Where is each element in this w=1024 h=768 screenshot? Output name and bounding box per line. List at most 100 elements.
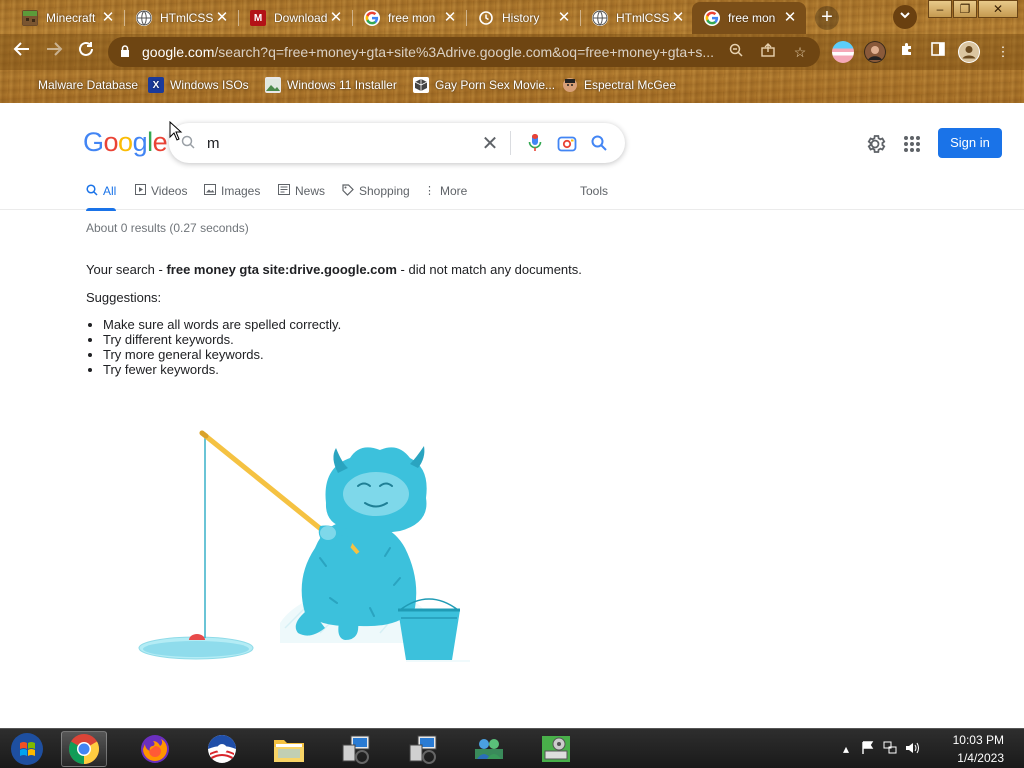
minecraft-icon (22, 10, 38, 26)
taskbar-disk-app[interactable] (533, 731, 579, 767)
newspaper-icon (278, 184, 290, 198)
share-icon[interactable] (756, 40, 780, 64)
voice-search-button[interactable] (519, 127, 551, 159)
system-tray: ▴ 10:03 PM 1/4/2023 (834, 729, 1024, 768)
tab-more[interactable]: ⋮ More (424, 181, 467, 210)
taskbar-network-app[interactable] (333, 731, 379, 767)
close-icon[interactable]: ✕ (328, 10, 344, 26)
tab-download[interactable]: M Download ✕ (238, 2, 352, 34)
search-box[interactable]: ✕ (169, 123, 625, 163)
tab-search-button[interactable] (893, 5, 917, 29)
tab-title: free mon (388, 11, 436, 25)
google-logo[interactable]: Google (83, 127, 168, 158)
taskbar-obama-logo[interactable] (199, 731, 245, 767)
clear-search-button[interactable]: ✕ (478, 131, 502, 156)
search-icon (86, 184, 98, 199)
no-match-suffix: - did not match any documents. (396, 262, 582, 277)
start-button[interactable] (8, 731, 46, 767)
close-icon[interactable]: ✕ (782, 10, 798, 26)
profile-extension-icon[interactable] (864, 41, 886, 63)
tab-shopping[interactable]: Shopping (342, 181, 410, 210)
side-panel-icon[interactable] (927, 41, 949, 63)
bookmark-label: Windows 11 Installer (287, 78, 397, 92)
tab-label: All (103, 184, 117, 198)
tab-minecraft[interactable]: Minecraft ✕ (10, 2, 124, 34)
tab-htmlcss[interactable]: HTmlCSS ✕ (124, 2, 238, 34)
taskbar-firefox[interactable] (132, 731, 178, 767)
tab-all[interactable]: All (86, 181, 117, 211)
volume-icon[interactable] (904, 741, 920, 757)
avatar-icon (562, 77, 578, 93)
url-text[interactable]: google.com/search?q=free+money+gta+site%… (142, 44, 716, 60)
close-window-button[interactable]: ✕ (978, 0, 1018, 18)
tab-free-money[interactable]: free mon ✕ (352, 2, 466, 34)
apps-grid-icon[interactable] (900, 132, 924, 156)
puzzle-icon[interactable] (896, 41, 918, 63)
lens-search-button[interactable] (551, 127, 583, 159)
disk-drive-icon (542, 736, 570, 762)
account-icon[interactable] (958, 41, 980, 63)
tag-icon (342, 184, 354, 199)
tools-label: Tools (580, 184, 609, 198)
search-submit-button[interactable] (583, 127, 615, 159)
close-icon[interactable]: ✕ (214, 10, 230, 26)
close-icon[interactable]: ✕ (556, 10, 572, 26)
bookmark-espectral-mcgee[interactable]: Espectral McGee (562, 74, 676, 96)
tab-history[interactable]: History ✕ (466, 2, 580, 34)
forward-button[interactable] (42, 40, 66, 64)
minimize-button[interactable]: – (928, 0, 952, 18)
taskbar: ▴ 10:03 PM 1/4/2023 (0, 728, 1024, 768)
blank-bookmark-icon (20, 77, 32, 93)
cube-icon (413, 77, 429, 93)
sign-in-button[interactable]: Sign in (938, 128, 1002, 158)
taskbar-network-app-2[interactable] (400, 731, 446, 767)
taskbar-users-app[interactable] (466, 731, 512, 767)
address-bar[interactable]: google.com/search?q=free+money+gta+site%… (108, 37, 820, 67)
new-tab-button[interactable]: + (815, 6, 839, 30)
suggestions-list: Make sure all words are spelled correctl… (103, 317, 341, 377)
tab-label: News (295, 184, 326, 198)
back-button[interactable] (10, 40, 34, 64)
reload-button[interactable] (74, 40, 98, 64)
kebab-menu-icon[interactable]: ⋮ (992, 41, 1014, 63)
clock-date[interactable]: 1/4/2023 (957, 751, 1004, 765)
extension-flag-icon[interactable] (832, 41, 854, 63)
network-icon[interactable] (882, 741, 898, 757)
browser-toolbar: google.com/search?q=free+money+gta+site%… (0, 34, 1024, 70)
tab-images[interactable]: Images (204, 181, 260, 210)
taskbar-file-explorer[interactable] (266, 731, 312, 767)
chrome-icon (68, 734, 100, 764)
taskbar-chrome[interactable] (61, 731, 107, 767)
bookmark-malware-database[interactable]: Malware Database (20, 74, 138, 96)
bookmark-label: Gay Porn Sex Movie... (435, 78, 556, 92)
chevron-up-icon[interactable]: ▴ (838, 741, 854, 757)
search-input[interactable] (201, 134, 478, 152)
gear-icon[interactable] (863, 132, 887, 156)
flag-icon[interactable] (860, 741, 876, 757)
lock-icon[interactable] (120, 44, 136, 60)
tools-button[interactable]: Tools (580, 181, 608, 210)
tab-htmlcss-2[interactable]: HTmlCSS ✕ (580, 2, 694, 34)
bookmark-windows-isos[interactable]: X Windows ISOs (148, 74, 249, 96)
star-icon[interactable]: ☆ (788, 40, 812, 64)
zoom-icon[interactable] (724, 40, 748, 64)
tab-news[interactable]: News (278, 181, 325, 210)
bookmark-windows-11-installer[interactable]: Windows 11 Installer (265, 74, 397, 96)
tab-free-money-active[interactable]: free mon ✕ (692, 2, 806, 34)
restore-button[interactable]: ❐ (953, 0, 977, 18)
result-stats: About 0 results (0.27 seconds) (86, 221, 249, 235)
close-icon[interactable]: ✕ (100, 10, 116, 26)
arrow-left-icon (13, 42, 29, 56)
tab-label: Videos (151, 184, 188, 198)
clock-time[interactable]: 10:03 PM (953, 733, 1004, 747)
microphone-icon (528, 134, 542, 151)
bookmark-movie[interactable]: Gay Porn Sex Movie... (413, 74, 555, 96)
close-icon[interactable]: ✕ (670, 10, 686, 26)
close-icon[interactable]: ✕ (442, 10, 458, 26)
tab-videos[interactable]: Videos (135, 181, 187, 210)
no-match-prefix: Your search - (86, 262, 167, 277)
computer-icon (409, 735, 437, 764)
camera-icon (557, 136, 577, 152)
suggestion-item: Try different keywords. (103, 332, 341, 347)
mouse-cursor-icon (169, 121, 183, 141)
